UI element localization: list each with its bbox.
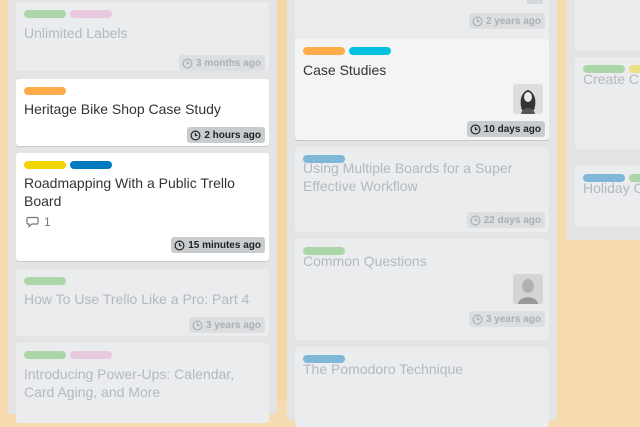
comment-count: 1 <box>26 215 51 229</box>
due-date-badge: 2 years ago <box>468 13 545 29</box>
clock-icon <box>174 240 185 250</box>
card-title: Case Studies <box>303 62 387 78</box>
card-labels <box>24 10 112 18</box>
due-date-text: 3 years ago <box>205 319 261 331</box>
due-date-badge: 3 years ago <box>468 311 545 327</box>
clock-icon <box>182 58 193 68</box>
clock-icon <box>190 130 201 140</box>
label-pink <box>70 10 112 18</box>
label-orange <box>303 47 345 55</box>
card-title: Create C <box>583 71 640 87</box>
card-title: Common Questions <box>303 253 427 269</box>
card-labels <box>24 87 66 95</box>
card-title: Unlimited Labels <box>24 25 128 41</box>
label-green <box>24 277 66 285</box>
due-date-badge: 3 years ago <box>188 317 265 333</box>
due-date-text: 3 months ago <box>195 57 261 69</box>
card-pomodoro[interactable]: The Pomodoro Technique <box>295 347 549 427</box>
card-title: Heritage Bike Shop Case Study <box>24 101 221 117</box>
card-heritage-bike-shop[interactable]: Heritage Bike Shop Case Study 2 hours ag… <box>16 79 269 146</box>
card-roadmapping[interactable]: Roadmapping With a Public Trello Board 1… <box>16 153 269 261</box>
due-date-text: 15 minutes ago <box>188 239 261 251</box>
attachment-icon <box>527 0 543 4</box>
avatar-woman-icon <box>513 84 543 114</box>
due-date-badge: 15 minutes ago <box>171 237 265 253</box>
due-date-text: 10 days ago <box>483 123 541 135</box>
card-trello-like-a-pro[interactable]: How To Use Trello Like a Pro: Part 4 3 y… <box>16 269 269 336</box>
card-title: How To Use Trello Like a Pro: Part 4 <box>24 291 250 307</box>
member-avatar[interactable] <box>513 84 543 114</box>
list-left: Unlimited Labels 3 months ago Heritage B… <box>8 0 277 423</box>
clock-icon <box>470 124 481 134</box>
card-title: Introducing Power-Ups: Calendar, Card Ag… <box>24 366 235 400</box>
comment-icon <box>26 216 39 228</box>
card-title: Roadmapping With a Public Trello Board <box>24 175 235 209</box>
avatar-man-icon <box>513 274 543 304</box>
clock-icon <box>472 314 483 324</box>
label-yellow <box>24 161 66 169</box>
list-middle: 2 years ago Case Studies 10 days ago Usi… <box>287 0 557 427</box>
card-holiday[interactable]: Holiday C <box>575 166 640 226</box>
card-title: Holiday C <box>583 180 640 196</box>
card-title: Using Multiple Boards for a Super Effect… <box>303 160 513 194</box>
due-date-badge: 22 days ago <box>466 212 545 228</box>
card-labels <box>24 161 112 169</box>
comment-count-text: 1 <box>44 215 51 229</box>
due-date-text: 3 years ago <box>485 313 541 325</box>
clock-icon <box>472 16 483 26</box>
card-common-questions[interactable]: Common Questions 3 years ago <box>295 239 549 340</box>
label-green <box>24 10 66 18</box>
card-partial-top[interactable]: 2 years ago <box>295 0 549 40</box>
due-date-text: 22 days ago <box>483 214 541 226</box>
label-green <box>24 351 66 359</box>
due-date-badge: 10 days ago <box>466 121 545 137</box>
card-labels <box>24 351 112 359</box>
member-avatar[interactable] <box>513 274 543 304</box>
list-right: Create C Holiday C <box>567 0 640 240</box>
label-orange <box>24 87 66 95</box>
card-labels <box>24 277 66 285</box>
card-case-studies[interactable]: Case Studies 10 days ago <box>295 39 549 140</box>
card-multiple-boards[interactable]: Using Multiple Boards for a Super Effect… <box>295 147 549 232</box>
label-pink <box>70 351 112 359</box>
label-sky <box>349 47 391 55</box>
due-date-badge: 3 months ago <box>178 55 265 71</box>
due-date-badge: 2 hours ago <box>187 127 265 143</box>
due-date-text: 2 years ago <box>485 15 541 27</box>
card-title: The Pomodoro Technique <box>303 361 464 377</box>
clock-icon <box>192 320 203 330</box>
card-labels <box>303 47 391 55</box>
clock-icon <box>470 215 481 225</box>
card-power-ups[interactable]: Introducing Power-Ups: Calendar, Card Ag… <box>16 343 269 423</box>
card-unlimited-labels[interactable]: Unlimited Labels 3 months ago <box>16 2 269 71</box>
due-date-text: 2 hours ago <box>204 129 261 141</box>
label-blue <box>70 161 112 169</box>
card-partial-top[interactable] <box>575 0 640 50</box>
card-create[interactable]: Create C <box>575 57 640 149</box>
